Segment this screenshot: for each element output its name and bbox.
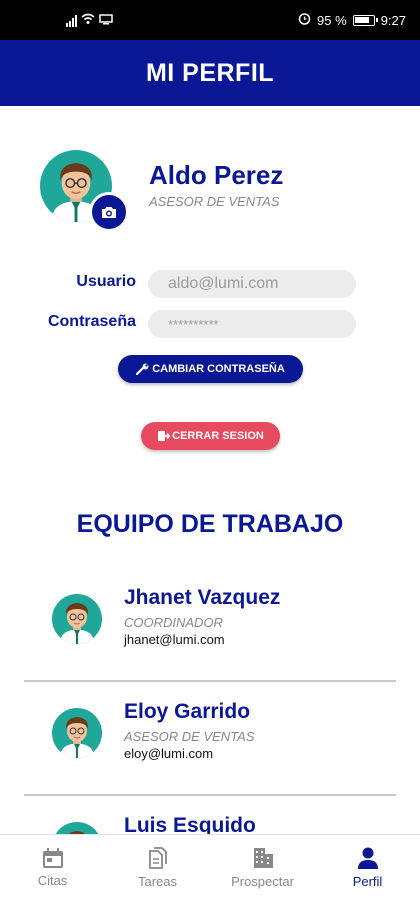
team-member-row[interactable]: Eloy Garrido ASESOR DE VENTAS eloy@lumi.…: [24, 682, 396, 796]
password-field[interactable]: [148, 310, 356, 338]
clock: 9:27: [380, 12, 406, 28]
nav-label-tareas: Tareas: [137, 874, 178, 889]
logout-label: CERRAR SESION: [172, 430, 264, 442]
nav-label-perfil: Perfil: [352, 874, 383, 889]
nav-item-perfil[interactable]: Perfil: [315, 835, 420, 900]
user-avatar-icon: [60, 603, 94, 644]
nav-label-prospectar: Prospectar: [231, 874, 294, 889]
calendar-icon: [42, 848, 63, 868]
nav-item-prospectar[interactable]: Prospectar: [210, 835, 315, 900]
change-photo-button[interactable]: [89, 192, 129, 232]
change-password-button[interactable]: CAMBIAR CONTRASEÑA: [118, 355, 303, 383]
user-avatar-icon: [60, 717, 94, 758]
team-section-title: EQUIPO DE TRABAJO: [76, 510, 344, 538]
status-left-icons: [66, 13, 113, 28]
member-avatar: [52, 594, 102, 644]
building-icon: [253, 848, 273, 868]
team-member-row[interactable]: Jhanet Vazquez COORDINADOR jhanet@lumi.c…: [24, 568, 396, 682]
member-email: jhanet@lumi.com: [124, 632, 225, 647]
screen-cast-icon: [99, 13, 113, 28]
member-role: COORDINADOR: [124, 615, 223, 630]
member-email: eloy@lumi.com: [124, 746, 214, 761]
nav-item-tareas[interactable]: Tareas: [105, 835, 210, 900]
battery-percent: 95 %: [317, 12, 347, 28]
camera-icon: [102, 206, 116, 218]
member-name: Eloy Garrido: [124, 700, 251, 723]
member-name: Jhanet Vazquez: [124, 586, 281, 609]
logout-icon: [158, 431, 171, 441]
wrench-icon: [136, 363, 149, 375]
profile-role: ASESOR DE VENTAS: [149, 194, 280, 209]
signal-icon: [66, 14, 77, 27]
status-right-icons: 95 % 9:27: [298, 12, 406, 28]
app-header: MI PERFIL: [0, 40, 420, 106]
change-password-label: CAMBIAR CONTRASEÑA: [152, 363, 285, 375]
documents-icon: [148, 847, 167, 869]
bottom-navigation: Citas Tareas Prospectar Perfil: [0, 834, 420, 900]
status-bar: 95 % 9:27: [0, 0, 420, 40]
battery-icon: [352, 14, 378, 26]
username-field[interactable]: [148, 270, 356, 298]
page-title: MI PERFIL: [145, 58, 275, 87]
person-icon: [357, 847, 378, 869]
username-label: Usuario: [76, 273, 136, 290]
nav-item-citas[interactable]: Citas: [0, 835, 105, 900]
password-label: Contraseña: [47, 313, 136, 330]
wifi-icon: [81, 13, 95, 28]
member-avatar: [52, 708, 102, 758]
alarm-icon: [298, 12, 311, 28]
logout-button[interactable]: CERRAR SESION: [141, 422, 280, 450]
profile-name: Aldo Perez: [149, 160, 284, 190]
member-role: ASESOR DE VENTAS: [124, 729, 255, 744]
nav-label-citas: Citas: [37, 873, 68, 888]
